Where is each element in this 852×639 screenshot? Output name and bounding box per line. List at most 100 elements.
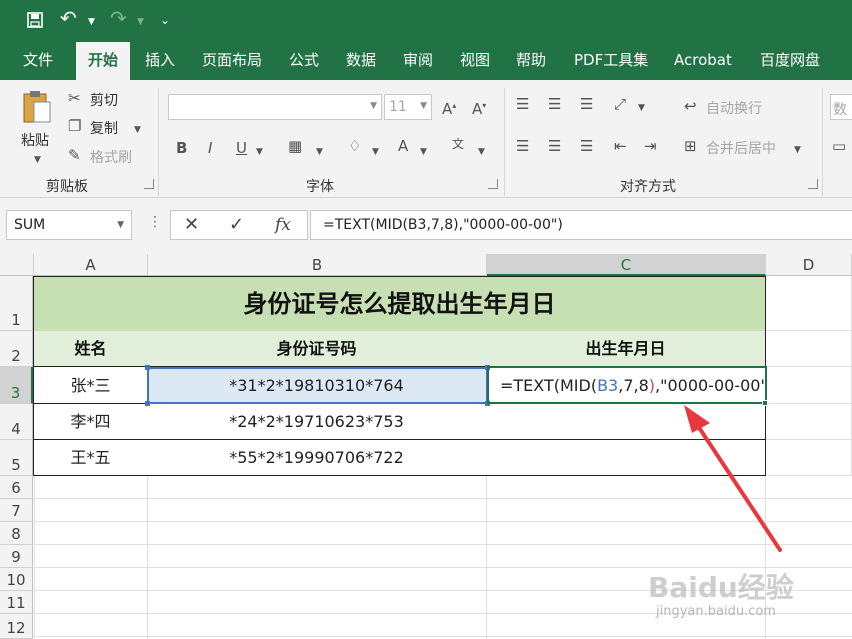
decrease-font-icon[interactable]: A▾ [472, 98, 486, 117]
row-header[interactable]: 1 [0, 276, 33, 331]
chevron-down-icon[interactable]: ▼ [117, 220, 124, 230]
format-painter-button[interactable]: 格式刷 [90, 147, 132, 167]
column-header-a[interactable]: A [34, 254, 148, 276]
chevron-down-icon[interactable]: ▼ [88, 14, 95, 30]
copy-icon[interactable]: ❐ [68, 118, 81, 134]
number-format-combo[interactable]: 数 [830, 94, 852, 120]
tab-insert[interactable]: 插入 [145, 42, 175, 80]
save-icon[interactable] [27, 12, 43, 31]
italic-button[interactable]: I [208, 140, 212, 156]
reference-handle[interactable] [485, 401, 490, 406]
clipboard-launcher-icon[interactable] [144, 179, 154, 189]
reference-handle[interactable] [485, 365, 490, 370]
chevron-down-icon[interactable]: ▼ [638, 100, 645, 116]
row-header[interactable]: 4 [0, 404, 33, 440]
more-icon[interactable]: ⋮ [148, 214, 162, 230]
row-header[interactable]: 3 [0, 367, 33, 404]
tab-page-layout[interactable]: 页面布局 [202, 42, 262, 80]
increase-indent-icon[interactable]: ⇥ [644, 138, 657, 154]
row-header[interactable]: 10 [0, 568, 33, 591]
chevron-down-icon[interactable]: ▼ [372, 144, 379, 160]
fill-color-icon[interactable]: ♢ [348, 138, 361, 154]
row-header[interactable]: 6 [0, 476, 33, 499]
font-name-combo[interactable]: ▼ [168, 94, 382, 120]
tab-baidu-netdisk[interactable]: 百度网盘 [760, 42, 820, 80]
align-top-icon[interactable]: ☰ [516, 96, 529, 112]
cut-icon[interactable]: ✂ [68, 90, 81, 106]
align-center-icon[interactable]: ☰ [548, 138, 561, 154]
header-birth-date[interactable]: 出生年月日 [486, 331, 766, 367]
row-header[interactable]: 8 [0, 522, 33, 545]
underline-button[interactable]: U [236, 140, 247, 156]
wrap-text-icon[interactable]: ↩ [684, 98, 697, 114]
decrease-indent-icon[interactable]: ⇤ [614, 138, 627, 154]
chevron-down-icon[interactable]: ▼ [794, 142, 801, 158]
tab-pdf-tools[interactable]: PDF工具集 [574, 42, 648, 80]
reference-handle[interactable] [145, 401, 150, 406]
column-header-b[interactable]: B [148, 254, 487, 276]
tab-data[interactable]: 数据 [346, 42, 376, 80]
row-header[interactable]: 7 [0, 499, 33, 522]
table-title[interactable]: 身份证号怎么提取出生年月日 [33, 276, 766, 332]
table-row-id[interactable]: *24*2*19710623*753 [147, 404, 487, 440]
table-row-name[interactable]: 张*三 [33, 367, 148, 404]
table-row-id[interactable]: *55*2*19990706*722 [147, 440, 487, 476]
tab-view[interactable]: 视图 [460, 42, 490, 80]
chevron-down-icon[interactable]: ▼ [256, 144, 263, 160]
select-all-corner[interactable] [0, 254, 34, 276]
tab-home[interactable]: 开始 [76, 42, 131, 80]
column-header-c[interactable]: C [487, 254, 766, 276]
merge-center-button[interactable]: 合并后居中 [706, 138, 776, 158]
reference-handle[interactable] [145, 365, 150, 370]
row-header[interactable]: 9 [0, 545, 33, 568]
chevron-down-icon[interactable]: ▼ [478, 144, 485, 160]
cell-d2[interactable] [766, 331, 852, 367]
alignment-launcher-icon[interactable] [808, 179, 818, 189]
chevron-down-icon[interactable]: ▼ [134, 122, 141, 138]
name-box[interactable]: SUM ▼ [6, 210, 132, 240]
border-icon[interactable]: ▦ [288, 138, 302, 154]
row-header[interactable]: 11 [0, 591, 33, 614]
increase-font-icon[interactable]: A▴ [442, 98, 456, 117]
row-header[interactable]: 2 [0, 331, 33, 367]
chevron-down-icon[interactable]: ▼ [137, 14, 144, 30]
table-row-name[interactable]: 李*四 [33, 404, 148, 440]
phonetic-icon[interactable]: 文 [452, 136, 464, 152]
accounting-format-icon[interactable]: ▭ [832, 138, 846, 154]
tab-acrobat[interactable]: Acrobat [674, 42, 732, 80]
paste-button[interactable]: 粘贴 [21, 130, 49, 150]
align-right-icon[interactable]: ☰ [580, 138, 593, 154]
chevron-down-icon[interactable]: ▼ [316, 144, 323, 160]
formula-input[interactable]: =TEXT(MID(B3,7,8),"0000-00-00") [310, 210, 852, 240]
tab-formulas[interactable]: 公式 [289, 42, 319, 80]
row-header[interactable]: 12 [0, 614, 33, 639]
font-color-button[interactable]: A [398, 138, 408, 154]
row-header[interactable]: 5 [0, 440, 33, 476]
tab-review[interactable]: 审阅 [403, 42, 433, 80]
cell-d1[interactable] [766, 276, 852, 331]
align-middle-icon[interactable]: ☰ [548, 96, 561, 112]
cut-button[interactable]: 剪切 [90, 90, 118, 110]
table-row-name[interactable]: 王*五 [33, 440, 148, 476]
enter-icon[interactable]: ✓ [229, 215, 244, 235]
cancel-icon[interactable]: ✕ [184, 215, 199, 235]
merge-center-icon[interactable]: ⊞ [684, 138, 697, 154]
font-size-combo[interactable]: 11 ▼ [384, 94, 432, 120]
header-name[interactable]: 姓名 [33, 331, 148, 367]
orientation-icon[interactable]: ⤢ [614, 96, 626, 112]
redo-icon[interactable]: ↷ [110, 8, 127, 28]
font-launcher-icon[interactable] [488, 179, 498, 189]
bold-button[interactable]: B [176, 140, 187, 156]
table-row-id[interactable]: *31*2*19810310*764 [147, 367, 487, 404]
undo-icon[interactable]: ↶ [60, 8, 77, 28]
column-header-d[interactable]: D [766, 254, 852, 276]
wrap-text-button[interactable]: 自动换行 [706, 98, 762, 118]
copy-button[interactable]: 复制 [90, 118, 118, 138]
header-id-number[interactable]: 身份证号码 [147, 331, 487, 367]
align-bottom-icon[interactable]: ☰ [580, 96, 593, 112]
chevron-down-icon[interactable]: ▼ [420, 144, 427, 160]
tab-help[interactable]: 帮助 [516, 42, 546, 80]
chevron-down-icon[interactable]: ▼ [34, 152, 41, 168]
insert-function-button[interactable]: fx [275, 215, 291, 235]
tab-file[interactable]: 文件 [23, 42, 53, 80]
